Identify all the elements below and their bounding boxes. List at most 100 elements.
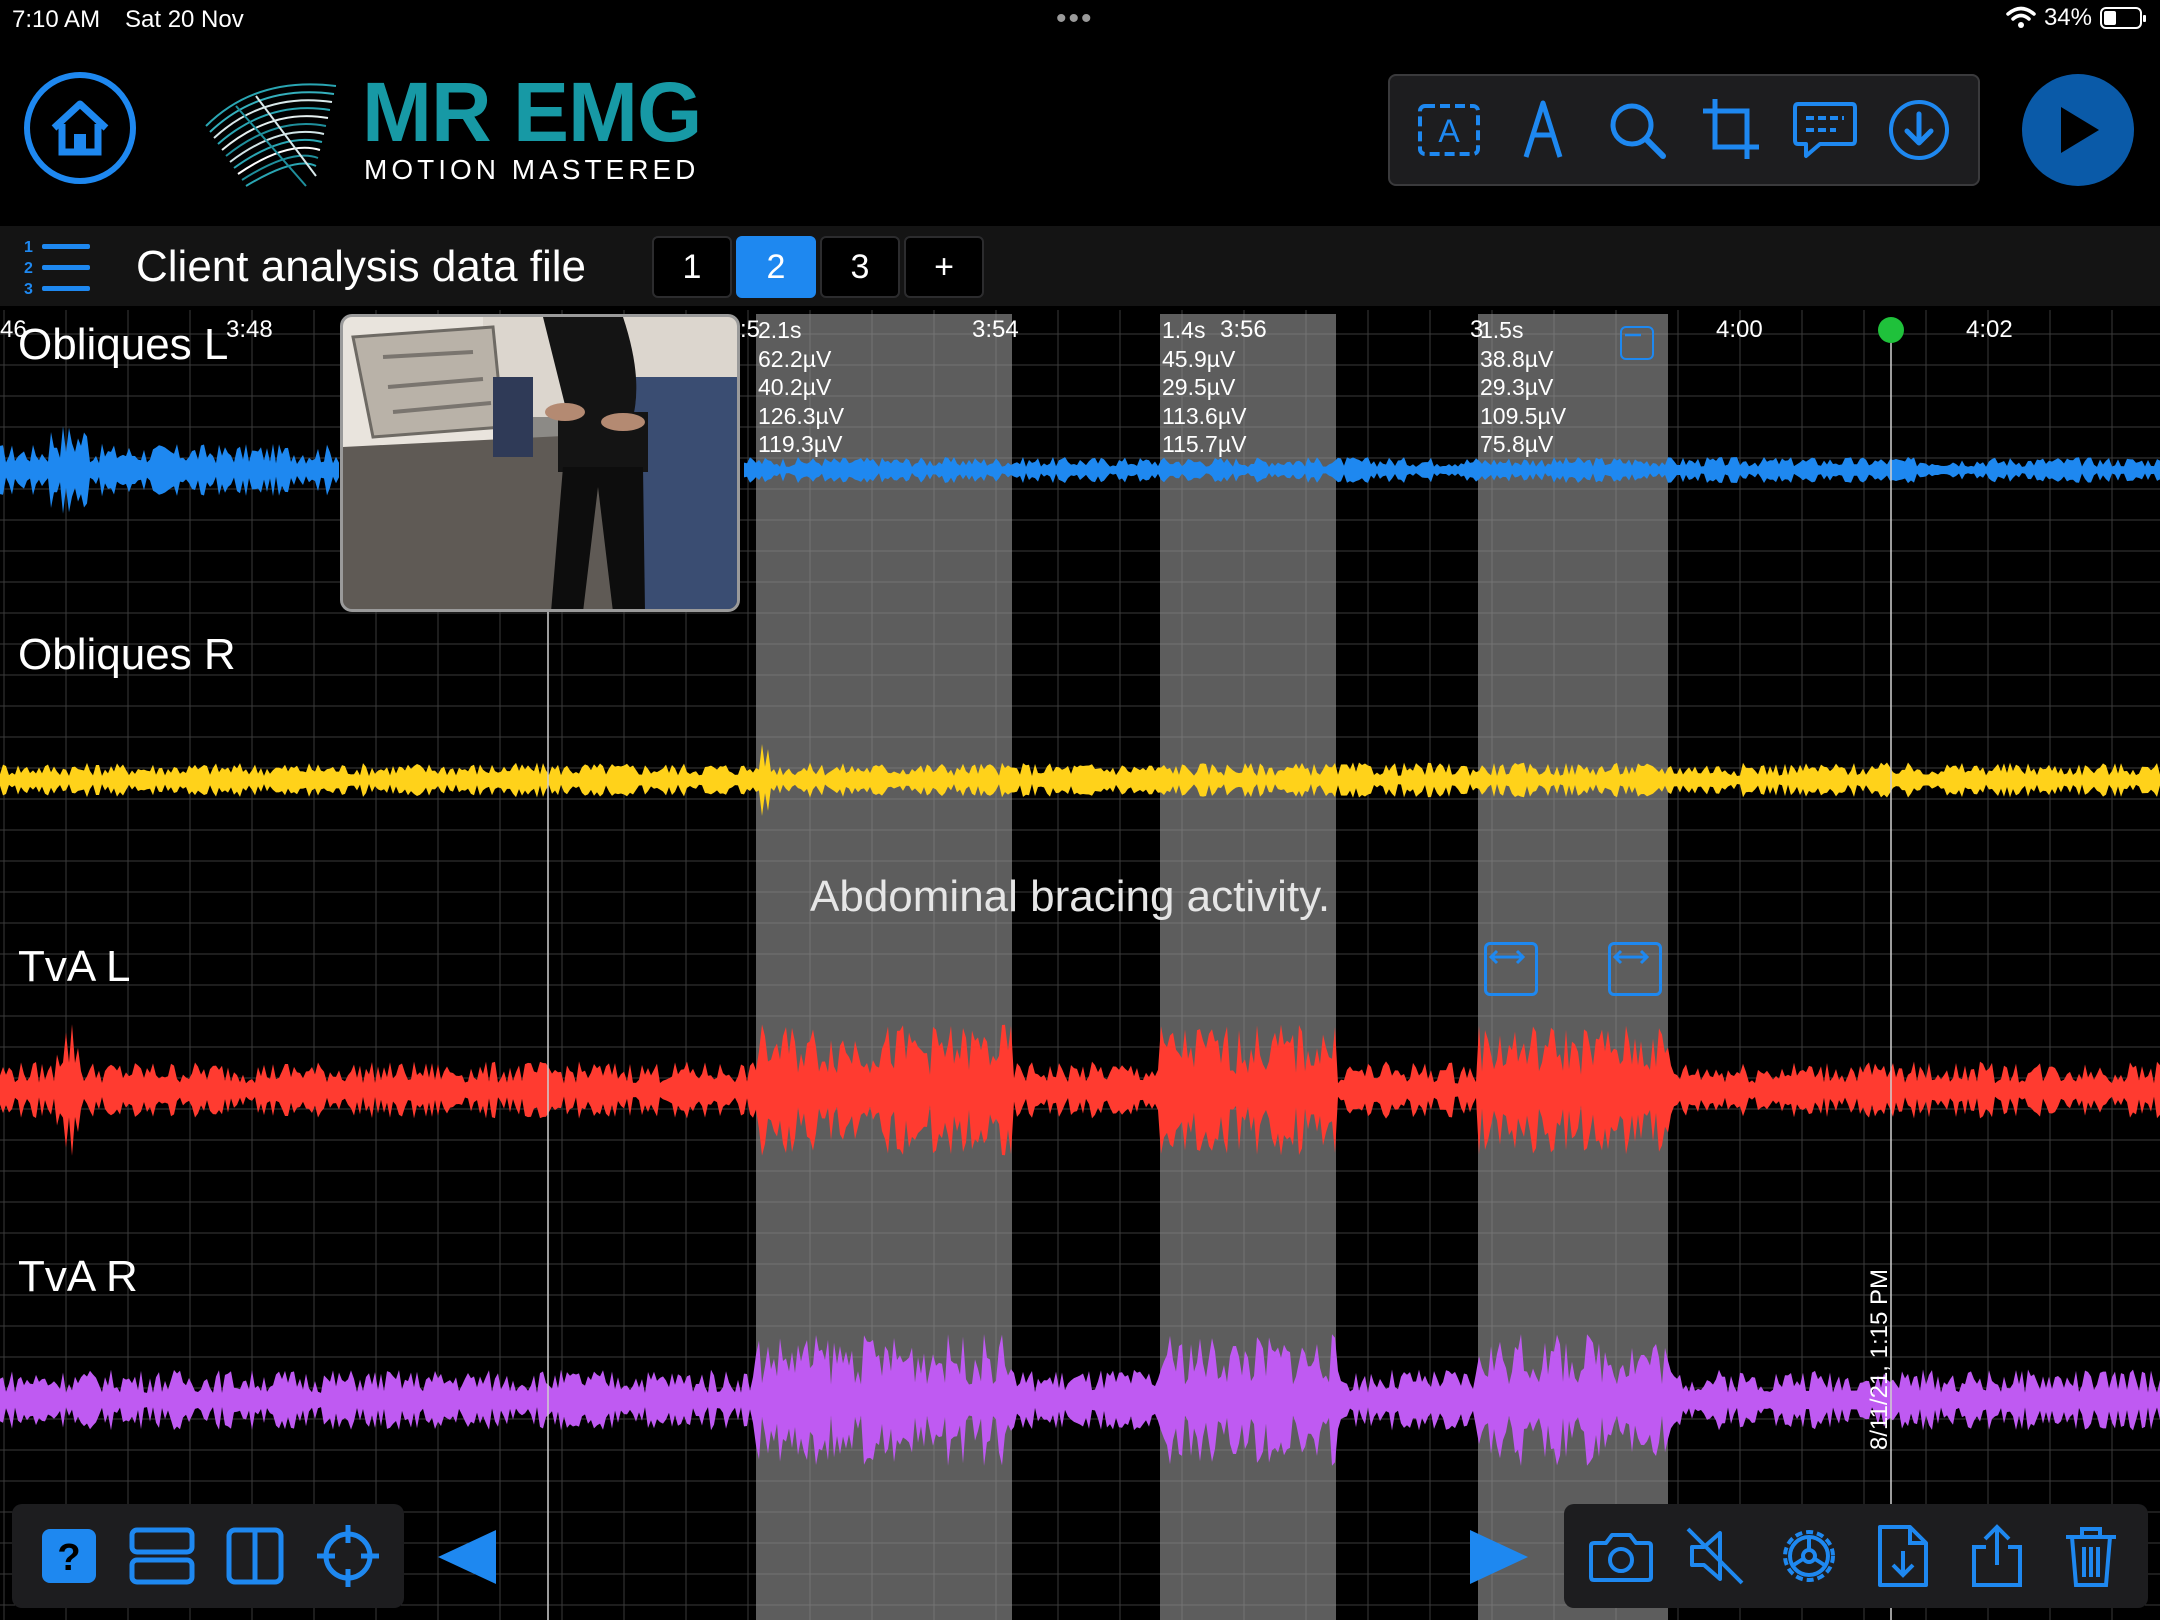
help-button[interactable]: ? bbox=[33, 1520, 105, 1592]
next-button[interactable] bbox=[1464, 1522, 1534, 1592]
status-date: Sat 20 Nov bbox=[125, 6, 244, 33]
brand-name: MR EMG bbox=[362, 65, 702, 159]
bottom-left-toolbar: ? bbox=[12, 1504, 404, 1608]
logo-mark bbox=[205, 83, 337, 187]
home-icon bbox=[51, 100, 109, 156]
emg-waveforms[interactable] bbox=[0, 310, 2160, 1620]
resize-arrows-icon bbox=[1488, 949, 1526, 965]
collapse-icon bbox=[1625, 333, 1641, 337]
mute-button[interactable] bbox=[1679, 1520, 1751, 1592]
battery-level bbox=[2104, 11, 2116, 25]
selection-value: 109.5µV bbox=[1480, 402, 1567, 429]
previous-button[interactable] bbox=[432, 1522, 502, 1592]
selection-value: 75.8µV bbox=[1480, 431, 1554, 457]
selection-stats: 2.1s 62.2µV 40.2µV 126.3µV 119.3µV bbox=[758, 316, 844, 459]
selection-duration: 2.1s bbox=[758, 317, 802, 343]
logo: MR EMG MOTION MASTERED bbox=[196, 66, 716, 196]
time-tick: 4:00 bbox=[1716, 316, 1763, 343]
delete-button[interactable] bbox=[2055, 1520, 2127, 1592]
selection-value: 119.3µV bbox=[758, 431, 843, 457]
rows-layout-button[interactable] bbox=[126, 1520, 198, 1592]
help-icon: ? bbox=[41, 1529, 96, 1583]
chart-annotation[interactable]: Abdominal bracing activity. bbox=[810, 872, 1330, 922]
svg-text:2: 2 bbox=[24, 260, 33, 277]
page-tab-1[interactable]: 1 bbox=[652, 236, 732, 298]
selection-value: 126.3µV bbox=[758, 402, 845, 429]
bottom-right-toolbar bbox=[1564, 1504, 2148, 1608]
triangle-right-icon bbox=[1470, 1530, 1528, 1584]
svg-text:3: 3 bbox=[24, 281, 33, 298]
selection-value: 40.2µV bbox=[758, 374, 832, 400]
home-button[interactable] bbox=[24, 72, 136, 184]
status-bar: 7:10 AM Sat 20 Nov ••• 34% bbox=[0, 0, 2160, 40]
channel-label: TvA L bbox=[18, 942, 131, 991]
emg-waveform bbox=[0, 743, 2160, 817]
emg-waveform bbox=[0, 1334, 2160, 1466]
resize-arrows-icon bbox=[1612, 949, 1650, 965]
channel-label: Obliques R bbox=[18, 630, 236, 679]
camera-icon bbox=[1589, 1533, 1653, 1582]
pen-icon bbox=[1523, 100, 1563, 158]
channel-label: Obliques L bbox=[18, 320, 229, 369]
comment-tool[interactable] bbox=[1789, 94, 1861, 166]
download-tool[interactable] bbox=[1883, 94, 1955, 166]
battery-percent: 34% bbox=[2043, 4, 2092, 31]
crop-icon bbox=[1703, 99, 1759, 159]
selection-stats: 1.5s 38.8µV 29.3µV 109.5µV 75.8µV bbox=[1480, 316, 1566, 459]
text-label-icon: A bbox=[1418, 104, 1480, 156]
video-thumbnail[interactable] bbox=[340, 314, 740, 612]
svg-text:1: 1 bbox=[24, 239, 33, 256]
time-tick: :5 bbox=[740, 316, 761, 343]
crosshair-button[interactable] bbox=[312, 1520, 384, 1592]
multitasking-dots-icon[interactable]: ••• bbox=[1056, 2, 1094, 36]
selection-value: 62.2µV bbox=[758, 345, 832, 372]
selection-stats: 1.4s 45.9µV 29.5µV 113.6µV 115.7µV bbox=[1162, 316, 1246, 459]
selection-duration: 1.5s bbox=[1480, 317, 1524, 343]
text-label-tool[interactable]: A bbox=[1413, 94, 1485, 166]
download-icon bbox=[1889, 100, 1949, 160]
comment-icon bbox=[1793, 102, 1857, 158]
crosshair-icon bbox=[316, 1525, 379, 1587]
page-tabs: 1 2 3 + bbox=[652, 236, 984, 298]
mute-icon bbox=[1686, 1527, 1744, 1585]
selection-resize-handle[interactable] bbox=[1608, 942, 1662, 996]
search-tool[interactable] bbox=[1601, 94, 1673, 166]
emg-chart[interactable]: 46 3:48 :5 3:54 3:56 3 4:00 4:02 Oblique… bbox=[0, 310, 2160, 1620]
pen-tool[interactable] bbox=[1507, 94, 1579, 166]
file-import-button[interactable] bbox=[1867, 1520, 1939, 1592]
collapse-selection-button[interactable] bbox=[1620, 326, 1654, 360]
recording-timestamp: 8/11/21, 1:15 PM bbox=[1866, 1268, 1893, 1450]
rows-layout-icon bbox=[129, 1527, 194, 1585]
brand-tagline: MOTION MASTERED bbox=[364, 154, 700, 185]
share-button[interactable] bbox=[1961, 1520, 2033, 1592]
page-tab-2[interactable]: 2 bbox=[736, 236, 816, 298]
time-tick: 3:54 bbox=[972, 316, 1019, 343]
columns-layout-button[interactable] bbox=[219, 1520, 291, 1592]
camera-button[interactable] bbox=[1585, 1520, 1657, 1592]
file-title: Client analysis data file bbox=[136, 242, 587, 291]
search-icon bbox=[1610, 103, 1666, 159]
selection-value: 113.6µV bbox=[1162, 402, 1247, 429]
channel-label: TvA R bbox=[18, 1252, 138, 1301]
settings-button[interactable] bbox=[1773, 1520, 1845, 1592]
time-tick: 3:48 bbox=[226, 316, 273, 343]
numbered-list-icon[interactable]: 1 2 3 bbox=[22, 236, 92, 298]
add-page-button[interactable]: + bbox=[904, 236, 984, 298]
selection-resize-handle[interactable] bbox=[1484, 942, 1538, 996]
selection-duration: 1.4s bbox=[1162, 317, 1206, 343]
playhead-marker[interactable] bbox=[1878, 317, 1904, 343]
video-frame bbox=[343, 317, 737, 609]
settings-icon bbox=[1783, 1530, 1835, 1582]
crop-tool[interactable] bbox=[1695, 94, 1767, 166]
wifi-icon bbox=[2006, 6, 2036, 28]
play-button[interactable] bbox=[2022, 74, 2134, 186]
svg-text:?: ? bbox=[57, 1537, 80, 1579]
trash-icon bbox=[2066, 1527, 2116, 1587]
battery-icon bbox=[2100, 7, 2146, 29]
play-icon bbox=[2061, 107, 2099, 153]
selection-value: 115.7µV bbox=[1162, 431, 1247, 457]
svg-text:A: A bbox=[1438, 113, 1460, 149]
page-tab-3[interactable]: 3 bbox=[820, 236, 900, 298]
selection-value: 29.5µV bbox=[1162, 374, 1236, 400]
file-bar: 1 2 3 Client analysis data file 1 2 3 + bbox=[0, 226, 2160, 306]
